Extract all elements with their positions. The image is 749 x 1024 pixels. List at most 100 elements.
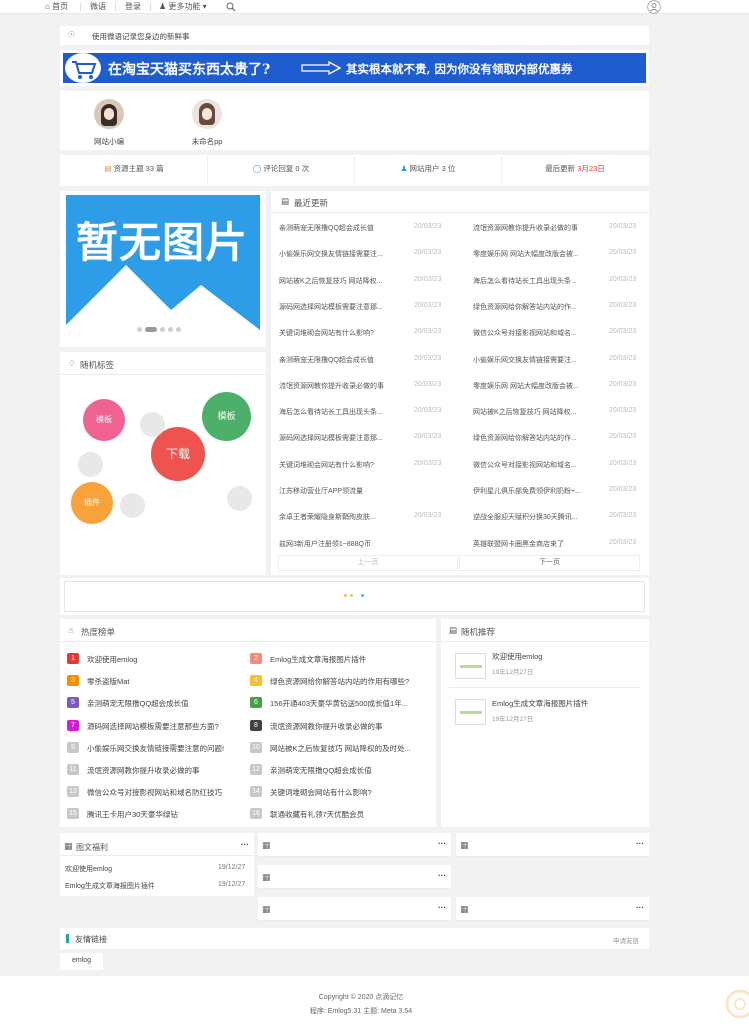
rank-post-title[interactable]: 微信公众号对接影视网站和域名防红技巧	[87, 787, 247, 798]
slide-image[interactable]: 暂无图片	[66, 195, 260, 343]
friend-links-header: 友情链接 申请友链	[60, 928, 649, 949]
rank-post-title[interactable]: 绿色资源网给你解答站内站的作用有哪些?	[270, 676, 425, 687]
avatar[interactable]	[94, 99, 124, 129]
section-title: 最近更新	[294, 198, 329, 208]
recent-post-title[interactable]: 逆战全服迎天赋积分换30天腾讯...	[473, 512, 605, 522]
friend-link[interactable]: emlog	[60, 957, 103, 964]
recent-post-title[interactable]: 网站被K之后恢复技巧 网站降权...	[279, 276, 411, 286]
rank-post-title[interactable]: 小偷娱乐网交换友情链接需要注意的问题!	[87, 743, 247, 754]
recent-post-title[interactable]: 零度娱乐网 网站大幅度改版会被...	[473, 249, 605, 259]
rank-post-title[interactable]: 关键词堆砌会网站有什么影响?	[270, 787, 425, 798]
post-title[interactable]: Emlog生成文章海报图片插件	[65, 881, 155, 891]
rank-post-title[interactable]: 网站被K之后恢复技巧 网站降权的及时处...	[270, 743, 425, 754]
recent-post-title[interactable]: 微信公众号对接影视网站和域名...	[473, 460, 605, 470]
nav-weibo[interactable]: 微语	[90, 0, 106, 14]
section-title: 随机标签	[80, 360, 115, 370]
notice-text[interactable]: 使用微语记录您身边的新鲜事	[92, 31, 190, 42]
more-icon[interactable]: ···	[636, 839, 644, 848]
recent-post-title[interactable]: 绿色资源网给你解答站内站的作...	[473, 302, 605, 312]
book-icon: ▤	[104, 164, 112, 173]
recent-post-title[interactable]: 海后怎么看待站长工具出现头条...	[279, 407, 411, 417]
more-icon[interactable]: ···	[438, 839, 446, 848]
apply-link[interactable]: 申请友链	[613, 935, 639, 945]
more-icon[interactable]: ···	[438, 903, 446, 912]
more-icon[interactable]: ···	[241, 840, 249, 849]
banner-subline: 其实根本就不贵, 因为你没有领取内部优惠券	[346, 62, 573, 76]
recent-post-title[interactable]: 零度娱乐网 网站大幅度改版会被...	[473, 381, 605, 391]
recent-post-title[interactable]: 亲测萌宠无限撸QQ超会成长值	[279, 223, 411, 233]
recent-post-title[interactable]: 微信公众号对接影视网站和域名...	[473, 328, 605, 338]
recent-post-title[interactable]: 余卓王者荣耀隐身斯鞘殉皮肤...	[279, 512, 411, 522]
tag-bubble-empty[interactable]	[120, 493, 145, 518]
banner-ad[interactable]: 在淘宝天猫买东西太贵了? 其实根本就不贵, 因为你没有领取内部优惠券	[60, 50, 649, 86]
next-page-button[interactable]: 下一页	[459, 555, 640, 571]
tag-bubble[interactable]: 模板	[202, 392, 251, 441]
tag-bubble-empty[interactable]	[78, 452, 103, 477]
nav-home[interactable]: ⌂ 首页	[45, 0, 68, 14]
recent-post-date: 20/03/23	[414, 433, 442, 441]
post-title[interactable]: Emlog生成文章海报图片插件	[492, 698, 588, 709]
recent-post-title[interactable]: 海后怎么看待站长工具出现头条...	[473, 276, 605, 286]
rank-post-title[interactable]: 欢迎使用emlog	[87, 654, 247, 665]
image-slider[interactable]: 暂无图片	[60, 191, 266, 347]
rank-post-title[interactable]: 源码网选择网站模板需要注意那些方面?	[87, 721, 247, 732]
rank-number-badge: 3	[67, 675, 79, 687]
recent-post-title[interactable]: 小偷娱乐网交换友情链接需要注...	[279, 249, 411, 259]
rank-post-title[interactable]: 亲测萌宠无限撸QQ超会成长值	[87, 698, 247, 709]
prev-page-button[interactable]: 上一页	[278, 555, 458, 571]
rank-post-title[interactable]: 零杀盗版Mat	[87, 676, 247, 687]
copyright: Copyright © 2020 点滴记忆	[318, 994, 404, 1001]
rank-post-title[interactable]: Emlog生成文章海报图片插件	[270, 654, 425, 665]
rank-post-title[interactable]: 流氓资源网教你提升收录必做的事	[87, 765, 247, 776]
rank-post-title[interactable]: 亲测萌宠无限撸QQ超会成长值	[270, 765, 425, 776]
grid-icon: ▦	[262, 840, 271, 850]
recent-post-title[interactable]: 网站被K之后恢复技巧 网站降权...	[473, 407, 605, 417]
recent-post-title[interactable]: 流氓资源网教你提升收录必做的事	[473, 223, 605, 233]
tag-bubble-empty[interactable]	[140, 412, 165, 437]
more-icon[interactable]: ···	[636, 903, 644, 912]
avatar[interactable]	[192, 99, 222, 129]
hot-rank-panel: ☝ 热度榜单 1 欢迎使用emlog 2 Emlog生成文章海报图片插件 3 零杀盗版Ma…	[60, 619, 436, 827]
nav-more[interactable]: ♟ 更多功能 ▾	[159, 0, 207, 14]
rank-post-title[interactable]: 腾讯王卡用户30天豪华绿钻	[87, 809, 247, 820]
notice-bar: ☉ 使用微语记录您身边的新鲜事	[60, 26, 649, 45]
recent-post-title[interactable]: 江苏移动营业厅APP领流量	[279, 486, 411, 496]
post-title[interactable]: 欢迎使用emlog	[65, 864, 112, 874]
recent-post-title[interactable]: 兹网3新用户注册领1~888Q币	[279, 539, 411, 549]
recent-post-date: 20/03/23	[609, 459, 637, 467]
recent-post-title[interactable]: 绿色资源网给你解答站内站的作...	[473, 433, 605, 443]
recent-post-date: 20/03/23	[609, 407, 637, 415]
user-name[interactable]: 网站小编	[81, 136, 137, 147]
recent-post-title[interactable]: 关键词堆砌会网站有什么影响?	[279, 460, 411, 470]
rank-post-title[interactable]: 156开通403天豪华黄钻送500成长值1年...	[270, 698, 425, 709]
recent-post-title[interactable]: 源码网选择网站模板需要注意那...	[279, 433, 411, 443]
tag-bubble-empty[interactable]	[227, 486, 252, 511]
search-icon[interactable]	[226, 2, 236, 12]
empty-widget: ▦ ···	[258, 865, 451, 889]
post-thumbnail[interactable]	[455, 699, 486, 725]
recent-post-title[interactable]: 关键词堆砌会网站有什么影响?	[279, 328, 411, 338]
rank-number-badge: 8	[250, 719, 262, 731]
rank-number-badge: 7	[67, 719, 79, 731]
user-name[interactable]: 未命名pp	[178, 136, 236, 147]
back-to-top-icon[interactable]	[716, 982, 749, 1022]
post-title[interactable]: 欢迎使用emlog	[492, 651, 542, 662]
rank-post-title[interactable]: 流氓资源网教你提升收录必做的事	[270, 721, 425, 732]
rank-post-title[interactable]: 联通收藏有礼领7天优酷会员	[270, 809, 425, 820]
rank-number-badge: 13	[67, 786, 79, 798]
user-account-icon[interactable]	[647, 0, 661, 14]
recent-post-title[interactable]: 伊利星儿俱乐部免费领伊利奶粉+...	[473, 486, 605, 496]
rank-number-badge: 4	[250, 675, 262, 687]
friend-link-chip[interactable]: emlog	[60, 953, 103, 970]
tag-bubble[interactable]: 插件	[71, 482, 113, 524]
recent-post-title[interactable]: 流氓资源网教你提升收录必做的事	[279, 381, 411, 391]
recent-post-date: 20/03/23	[414, 459, 442, 467]
post-thumbnail[interactable]	[455, 653, 486, 679]
recent-post-title[interactable]: 亲测萌宠无限撸QQ超会成长值	[279, 355, 411, 365]
recent-post-title[interactable]: 源码网选择网站模板需要注意那...	[279, 302, 411, 312]
tag-bubble[interactable]: 模板	[83, 399, 125, 441]
recent-post-title[interactable]: 英雄联盟网卡圈黑金商店来了	[473, 539, 605, 549]
nav-login[interactable]: 登录	[125, 0, 141, 14]
more-icon[interactable]: ···	[438, 871, 446, 880]
recent-post-title[interactable]: 小偷娱乐网交换友情链接需要注...	[473, 355, 605, 365]
